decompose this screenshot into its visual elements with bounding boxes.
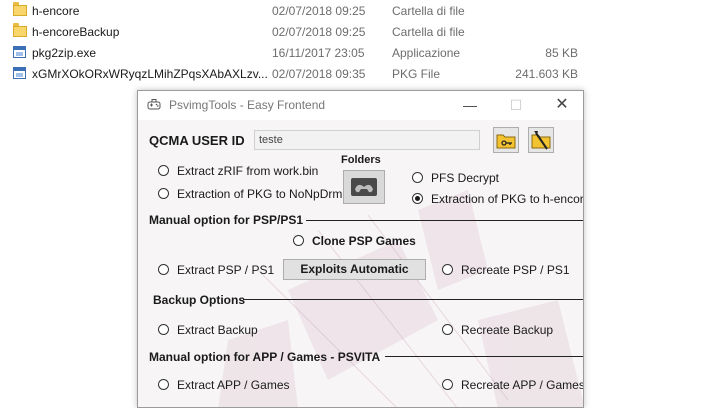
radio-label: Recreate Backup	[461, 323, 554, 337]
folder-icon	[13, 2, 27, 17]
radio-label: Extract PSP / PS1	[177, 263, 275, 277]
open-folder-button[interactable]	[493, 127, 519, 153]
file-date: 16/11/2017 23:05	[272, 46, 365, 60]
folders-label: Folders	[341, 154, 381, 166]
file-row[interactable]: xGMrXOkORxWRyqzLMihZPqsXAbAXLzv... 02/07…	[0, 64, 590, 84]
exploits-automatic-button[interactable]: Exploits Automatic	[283, 259, 426, 280]
application-icon	[13, 66, 27, 80]
minimize-button[interactable]: —	[447, 91, 493, 120]
file-size: 241.603 KB	[515, 67, 578, 81]
close-button[interactable]: ✕	[539, 91, 583, 120]
file-name: pkg2zip.exe	[32, 46, 97, 60]
radio-label: Extraction of PKG to NoNpDrm	[177, 187, 343, 201]
file-date: 02/07/2018 09:25	[272, 4, 366, 18]
file-row[interactable]: h-encore 02/07/2018 09:25 Cartella di fi…	[0, 1, 590, 21]
window-title: PsvimgTools - Easy Frontend	[169, 98, 326, 112]
psp-section-title: Manual option for PSP/PS1	[149, 213, 304, 227]
gamepad-icon	[147, 98, 161, 112]
folder-icon	[13, 23, 27, 38]
section-divider	[385, 356, 583, 357]
radio-label: Extraction of PKG to h-encore	[431, 192, 584, 206]
file-size: 85 KB	[545, 46, 578, 60]
file-name: h-encore	[32, 4, 80, 18]
title-bar[interactable]: PsvimgTools - Easy Frontend — ☐ ✕	[138, 91, 583, 120]
qcma-user-id-label: QCMA USER ID	[149, 133, 245, 148]
psvimgtools-window: PsvimgTools - Easy Frontend — ☐ ✕ QCMA U…	[137, 90, 584, 408]
section-divider	[306, 220, 583, 221]
file-name: xGMrXOkORxWRyqzLMihZPqsXAbAXLzv...	[32, 67, 268, 81]
backup-section-title: Backup Options	[153, 293, 246, 307]
radio-label: Extract zRIF from work.bin	[177, 164, 319, 178]
file-date: 02/07/2018 09:35	[272, 67, 366, 81]
file-type: Cartella di file	[392, 4, 465, 18]
window-client-area: QCMA USER ID Extract	[138, 120, 584, 407]
app-section-title: Manual option for APP / Games - PSVITA	[149, 350, 381, 364]
radio-label: Extract Backup	[177, 323, 258, 337]
file-type: Cartella di file	[392, 25, 465, 39]
radio-label: Recreate APP / Games	[461, 378, 584, 392]
radio-label: Clone PSP Games	[312, 234, 416, 248]
file-type: Applicazione	[392, 46, 461, 60]
file-type: PKG File	[392, 67, 441, 81]
folders-button[interactable]	[343, 170, 385, 204]
file-date: 02/07/2018 09:25	[272, 25, 366, 39]
radio-label: Recreate PSP / PS1	[461, 263, 570, 277]
file-row[interactable]: h-encoreBackup 02/07/2018 09:25 Cartella…	[0, 22, 590, 42]
radio-label: Extract APP / Games	[177, 378, 290, 392]
maximize-button[interactable]: ☐	[493, 91, 539, 120]
settings-button[interactable]	[528, 127, 554, 153]
file-row[interactable]: pkg2zip.exe 16/11/2017 23:05 Applicazion…	[0, 43, 590, 63]
file-name: h-encoreBackup	[32, 25, 120, 39]
user-id-input[interactable]	[254, 130, 480, 150]
section-divider	[243, 299, 583, 300]
application-icon	[13, 45, 27, 59]
radio-label: PFS Decrypt	[431, 171, 500, 185]
